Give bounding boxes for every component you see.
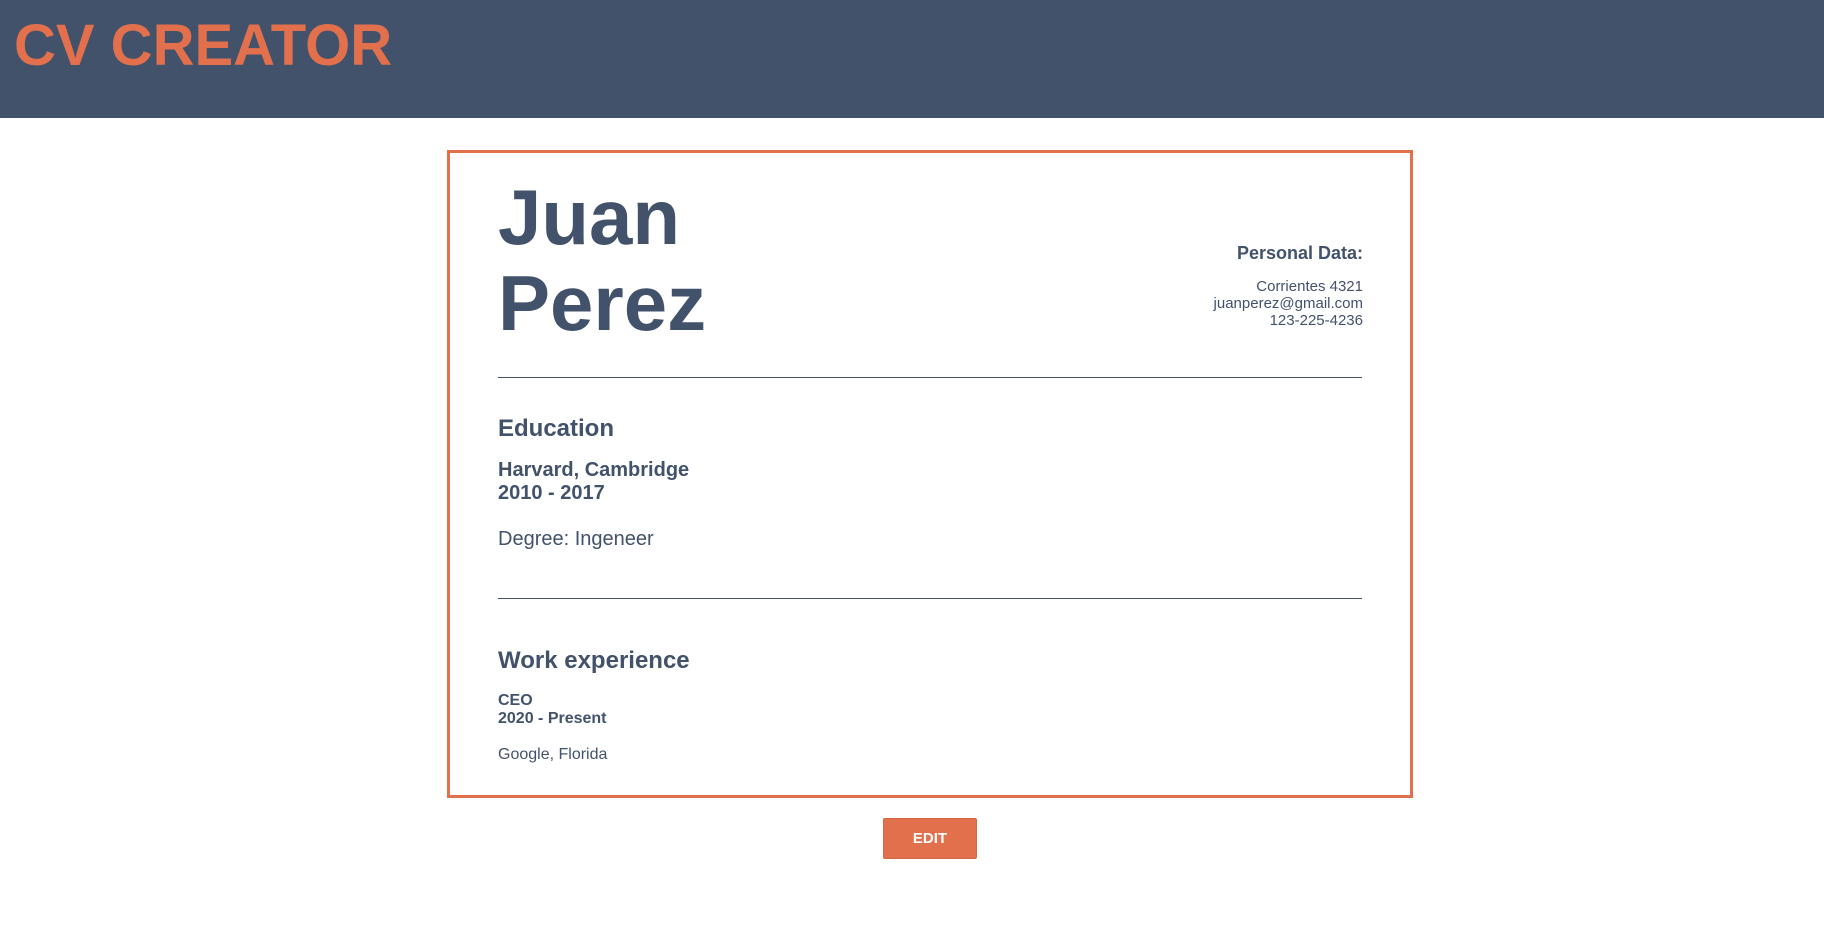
- education-degree: Degree: Ingeneer: [498, 528, 654, 550]
- app-header: CV CREATOR: [0, 0, 1824, 118]
- edit-button[interactable]: EDIT: [883, 818, 977, 859]
- education-dates: 2010 - 2017: [498, 482, 605, 504]
- app-title: CV CREATOR: [14, 13, 393, 78]
- education-school: Harvard, Cambridge: [498, 459, 690, 481]
- personal-data-title: Personal Data:: [1236, 243, 1363, 263]
- address-text: Corrientes 4321: [1256, 278, 1363, 295]
- first-name: Juan: [498, 173, 681, 261]
- work-dates: 2020 - Present: [498, 710, 607, 727]
- education-title: Education: [498, 415, 615, 442]
- last-name: Perez: [498, 259, 707, 347]
- phone-text: 123-225-4236: [1269, 312, 1363, 329]
- cv-name: Juan Perez: [498, 174, 706, 346]
- work-company: Google, Florida: [498, 746, 608, 763]
- personal-data-section: Personal Data: Corrientes 4321 juanperez…: [1214, 242, 1363, 329]
- work-role: CEO: [498, 692, 533, 709]
- email-text: juanperez@gmail.com: [1213, 295, 1363, 312]
- section-divider: [498, 377, 1362, 378]
- work-experience-title: Work experience: [498, 647, 690, 674]
- cv-preview-card: Juan Perez Personal Data: Corrientes 432…: [447, 150, 1413, 798]
- section-divider: [498, 598, 1362, 599]
